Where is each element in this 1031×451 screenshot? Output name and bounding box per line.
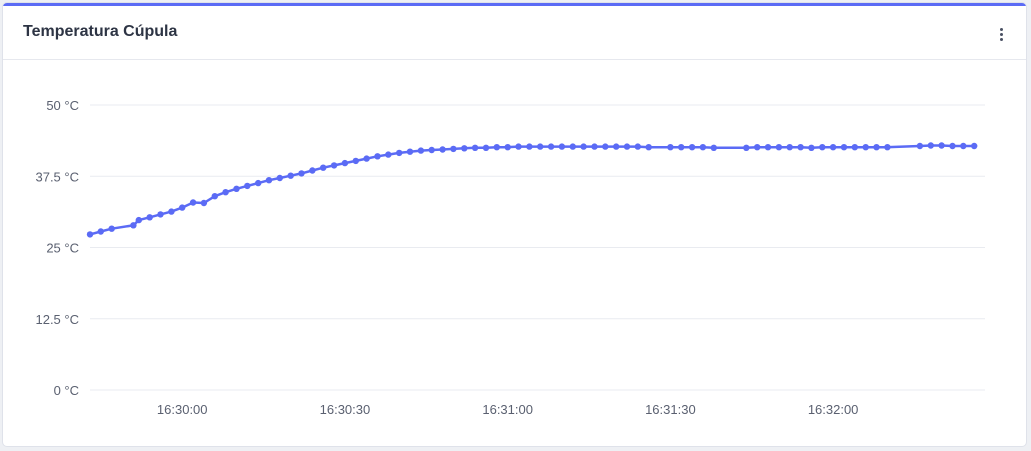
y-tick-label: 25 °C xyxy=(46,241,79,256)
data-point xyxy=(222,189,229,196)
data-point xyxy=(265,177,273,184)
data-point xyxy=(645,144,652,151)
data-point xyxy=(743,144,750,151)
data-point xyxy=(179,204,186,211)
data-point xyxy=(200,199,208,207)
data-point xyxy=(97,228,105,235)
line-chart: 0 °C 12.5 °C 25 °C 37.5 °C 50 °C 16:30:00 16:3… xyxy=(35,98,985,417)
data-point xyxy=(493,144,500,151)
x-tick-label: 16:31:00 xyxy=(482,402,533,417)
data-point xyxy=(949,142,956,150)
data-point xyxy=(688,144,696,151)
data-point xyxy=(396,149,403,157)
x-tick-label: 16:31:30 xyxy=(645,402,696,417)
x-tick-label: 16:30:30 xyxy=(320,402,371,417)
data-point xyxy=(938,142,945,149)
data-point xyxy=(86,231,94,238)
data-point xyxy=(244,182,251,190)
data-point xyxy=(775,144,783,151)
y-tick-label: 0 °C xyxy=(54,383,79,398)
data-point xyxy=(797,144,804,151)
data-point xyxy=(840,144,848,151)
data-point xyxy=(482,144,490,151)
data-point xyxy=(255,179,262,187)
y-tick-label: 50 °C xyxy=(46,98,79,113)
data-point xyxy=(829,144,837,151)
data-point xyxy=(298,170,305,177)
data-point xyxy=(602,143,609,150)
series-line xyxy=(89,144,975,236)
data-point xyxy=(320,164,327,171)
data-point xyxy=(135,216,142,224)
data-point xyxy=(374,153,381,160)
data-point xyxy=(710,144,717,151)
data-point xyxy=(580,143,587,150)
data-point xyxy=(678,144,685,151)
x-tick-label: 16:30:00 xyxy=(157,402,208,417)
data-point xyxy=(569,143,576,150)
data-point xyxy=(189,199,197,206)
data-point xyxy=(309,167,316,174)
data-point xyxy=(450,145,457,153)
data-point xyxy=(699,144,707,151)
y-tick-label: 12.5 °C xyxy=(35,312,79,327)
data-point xyxy=(471,144,479,151)
data-point xyxy=(667,144,674,151)
data-point xyxy=(417,147,425,154)
data-point xyxy=(526,143,533,150)
data-point xyxy=(613,143,620,150)
data-point xyxy=(537,143,544,150)
data-point xyxy=(406,148,414,155)
data-point xyxy=(504,144,511,151)
data-point xyxy=(634,143,641,150)
data-point xyxy=(808,144,815,151)
data-point xyxy=(157,211,164,218)
data-point xyxy=(558,143,566,150)
data-point xyxy=(623,143,631,150)
data-point xyxy=(385,151,392,158)
data-point xyxy=(168,208,175,215)
data-point xyxy=(233,185,240,192)
y-tick-label: 37.5 °C xyxy=(35,169,79,184)
data-point xyxy=(819,144,826,151)
data-point xyxy=(515,143,522,150)
data-point xyxy=(591,143,598,150)
data-point xyxy=(754,144,761,151)
data-point xyxy=(439,146,446,153)
data-point xyxy=(146,214,153,221)
data-point xyxy=(916,142,924,150)
data-point xyxy=(287,172,294,179)
data-point xyxy=(547,143,555,150)
data-point xyxy=(428,146,435,154)
data-point xyxy=(130,222,137,229)
data-point xyxy=(363,155,370,162)
data-point xyxy=(108,225,115,232)
data-point xyxy=(873,144,880,151)
data-point xyxy=(960,142,967,150)
data-point xyxy=(276,174,283,182)
data-point xyxy=(884,144,891,151)
data-point xyxy=(330,162,338,169)
data-point xyxy=(352,157,359,165)
data-point xyxy=(341,159,349,167)
data-point xyxy=(786,144,793,151)
data-point xyxy=(461,145,468,152)
data-point xyxy=(927,142,934,149)
data-point xyxy=(764,144,772,151)
x-tick-label: 16:32:00 xyxy=(808,402,859,417)
data-point xyxy=(851,144,858,151)
data-point xyxy=(971,142,978,150)
data-point xyxy=(211,193,218,200)
data-point xyxy=(862,144,869,151)
